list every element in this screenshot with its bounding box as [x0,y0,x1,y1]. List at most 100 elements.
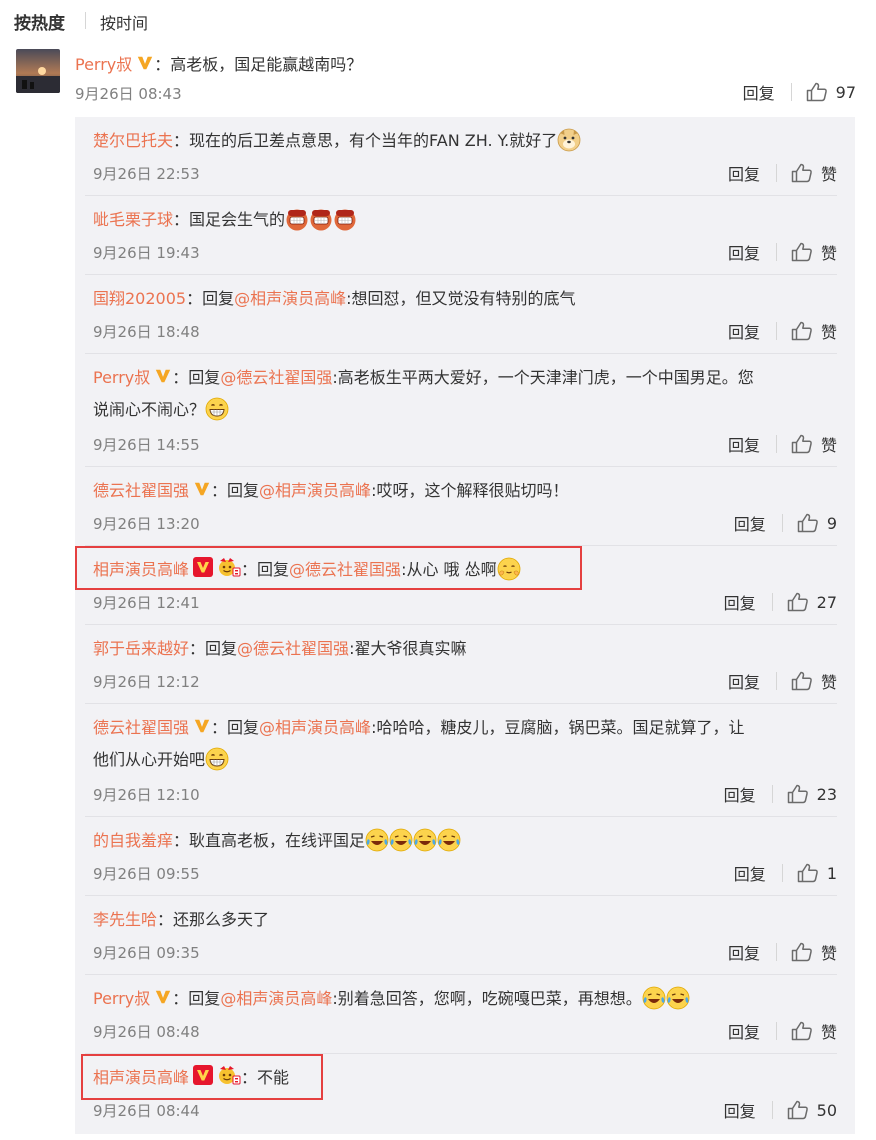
main-comment-line: Perry叔 ：高老板，国足能赢越南吗？ [75,51,362,75]
reply-actions: 回复 赞 [728,432,837,456]
like-count[interactable]: 1 [827,864,837,883]
thumbs-up-icon[interactable] [791,942,813,962]
mention-link[interactable]: @相声演员高峰 [234,289,346,308]
reply-button[interactable]: 回复 [743,80,775,104]
like-count[interactable]: 赞 [821,669,837,693]
action-divider [775,943,777,961]
comment-actions: 回复 97 [743,80,856,104]
reply-author[interactable]: 相声演员高峰 [93,1068,189,1087]
thumbs-up-icon[interactable] [791,242,813,262]
reply-author[interactable]: 李先生哈 [93,910,157,929]
reply-actions: 回复 赞 [728,319,837,343]
reply-timestamp: 9月26日 13:20 [93,515,200,533]
thumbs-up-icon[interactable] [791,321,813,341]
reply-button[interactable]: 回复 [728,1019,760,1043]
like-count[interactable]: 50 [817,1101,837,1120]
reply-timestamp: 9月26日 08:44 [93,1102,200,1120]
like-count[interactable]: 赞 [821,432,837,456]
reply-button[interactable]: 回复 [728,940,760,964]
reply-button[interactable]: 回复 [724,590,756,614]
reply-prefix: 回复 [202,289,235,308]
reply-author[interactable]: 德云社翟国强 [93,718,189,737]
like-count[interactable]: 赞 [821,940,837,964]
thumbs-up-icon[interactable] [791,434,813,454]
sort-by-hot-tab[interactable]: 按热度 [14,9,65,34]
reply-button[interactable]: 回复 [728,669,760,693]
reply-timestamp: 9月26日 18:48 [93,323,200,341]
like-count[interactable]: 赞 [821,1019,837,1043]
reply-author[interactable]: 郭于岳来越好 [93,639,189,658]
reply-line: 李先生哈：还那么多天了 [93,904,843,936]
mention-link[interactable]: @相声演员高峰 [259,481,371,500]
action-divider [771,593,773,611]
reply-actions: 回复 1 [734,861,837,885]
reply-timestamp: 9月26日 12:12 [93,673,200,691]
reply-text: :从心 哦 怂啊 [401,560,497,579]
reply-author[interactable]: 德云社翟国强 [93,481,189,500]
reply-author[interactable]: Perry叔 [93,368,150,387]
thumbs-up-icon[interactable] [791,163,813,183]
reply-prefix: 回复 [227,481,260,500]
comment-timestamp: 9月26日 08:43 [75,85,182,103]
mention-link[interactable]: @相声演员高峰 [220,989,332,1008]
mention-link[interactable]: @德云社翟国强 [289,560,401,579]
thumbs-up-icon[interactable] [787,592,809,612]
reply-item: Perry叔 ：回复@德云社翟国强:高老板生平两大爱好，一个天津津门虎，一个中国男… [75,354,855,467]
reply-author[interactable]: 相声演员高峰 [93,560,189,579]
like-count[interactable]: 9 [827,514,837,533]
like-count[interactable]: 27 [817,593,837,612]
reply-button[interactable]: 回复 [728,161,760,185]
thumbs-up-icon[interactable] [791,1021,813,1041]
action-divider [781,514,783,532]
reply-text: :翟大爷很真实嘛 [349,639,467,658]
reply-author[interactable]: 呲毛栗子球 [93,210,173,229]
verified-gold-v-icon [136,54,154,72]
reply-line: 国翔202005：回复@相声演员高峰:想回怼，但又觉没有特别的底气 [93,283,843,315]
verified-red-v-icon [193,1065,213,1085]
reply-button[interactable]: 回复 [724,782,756,806]
mention-link[interactable]: @相声演员高峰 [259,718,371,737]
reply-text: :哈哈哈，糖皮儿，豆腐脑，锅巴菜。国足就算了，让 [371,718,745,737]
reply-button[interactable]: 回复 [728,240,760,264]
laugh-cry-emoji-icon [437,828,461,852]
colon-separator: ： [172,368,189,387]
avatar[interactable] [16,49,60,93]
commenter-name[interactable]: Perry叔 [75,55,132,74]
like-count[interactable]: 赞 [821,161,837,185]
reply-button[interactable]: 回复 [724,1098,756,1122]
like-count[interactable]: 赞 [821,319,837,343]
reply-prefix: 回复 [205,639,238,658]
thumbs-up-icon[interactable] [797,863,819,883]
reply-line: 呲毛栗子球：国足会生气的 [93,204,843,236]
reply-author[interactable]: 国翔202005 [93,289,186,308]
thumbs-up-icon[interactable] [806,82,828,102]
reply-button[interactable]: 回复 [734,511,766,535]
reply-item: 李先生哈：还那么多天了 9月26日 09:35 回复 赞 [75,896,855,975]
action-divider [781,864,783,882]
reply-prefix: 回复 [188,989,221,1008]
reply-author[interactable]: 楚尔巴托夫 [93,131,173,150]
reply-line: Perry叔 ：回复@德云社翟国强:高老板生平两大爱好，一个天津津门虎，一个中国男… [93,362,843,426]
mention-link[interactable]: @德云社翟国强 [220,368,332,387]
action-divider [775,1022,777,1040]
thumbs-up-icon[interactable] [797,513,819,533]
reply-button[interactable]: 回复 [728,432,760,456]
action-divider [771,1101,773,1119]
reply-line: Perry叔 ：回复@相声演员高峰:别着急回答，您啊，吃碗嘎巴菜，再想想。 [93,983,843,1015]
reply-author[interactable]: 的自我羞痒 [93,831,173,850]
laugh-cry-emoji-icon [389,828,413,852]
action-divider [790,83,792,101]
reply-button[interactable]: 回复 [734,861,766,885]
thumbs-up-icon[interactable] [787,784,809,804]
thumbs-up-icon[interactable] [791,671,813,691]
reply-button[interactable]: 回复 [728,319,760,343]
reply-author[interactable]: Perry叔 [93,989,150,1008]
like-count[interactable]: 97 [836,83,856,102]
like-count[interactable]: 23 [817,785,837,804]
like-count[interactable]: 赞 [821,240,837,264]
thumbs-up-icon[interactable] [787,1100,809,1120]
reply-text: 不能 [257,1068,290,1087]
sort-by-time-tab[interactable]: 按时间 [100,10,148,34]
medal-badge-icon [217,557,241,577]
mention-link[interactable]: @德云社翟国强 [237,639,349,658]
